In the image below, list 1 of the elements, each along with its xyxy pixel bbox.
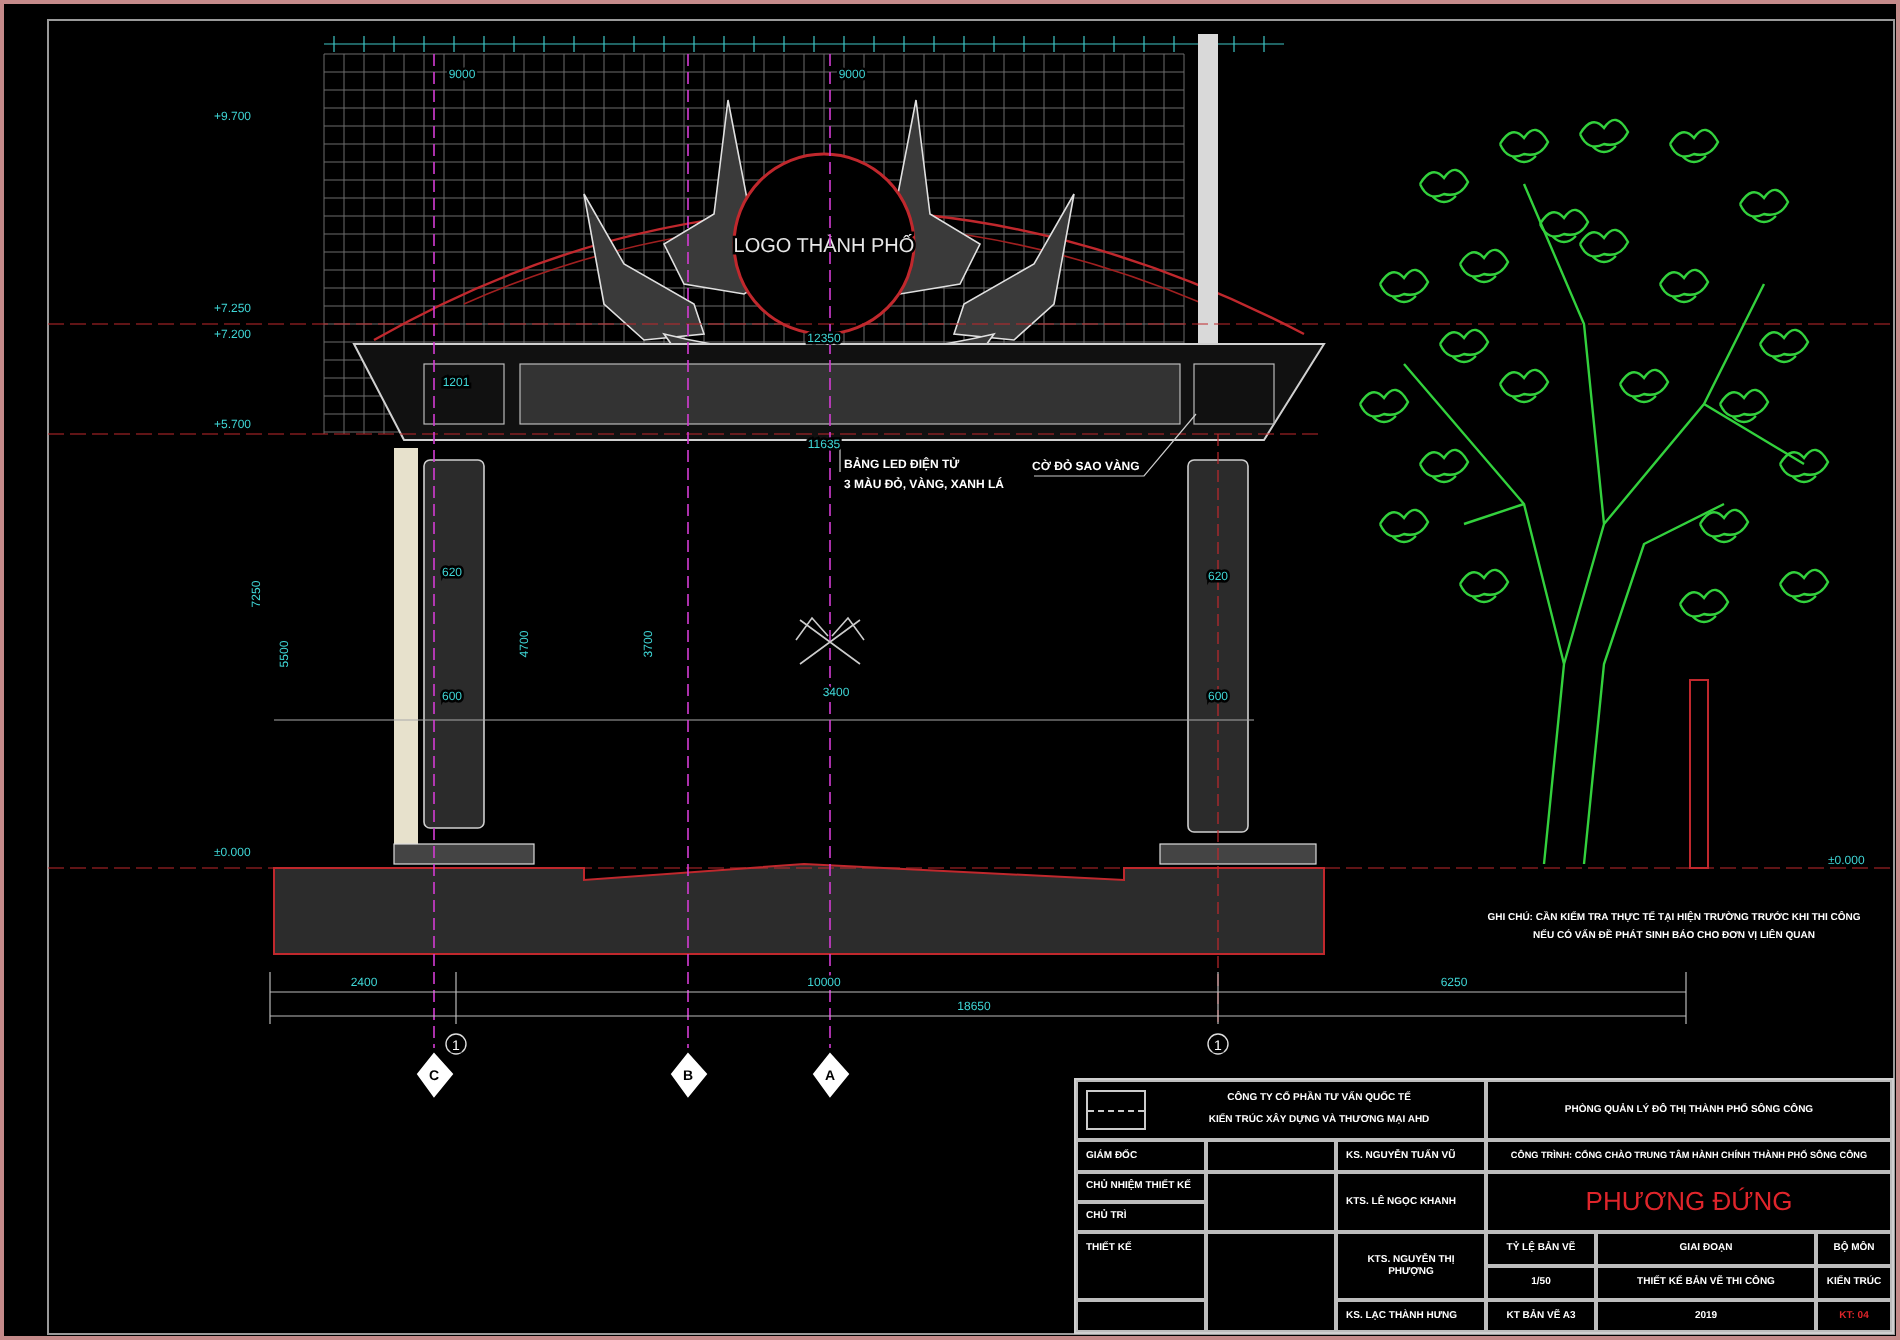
sheet-title: PHƯƠNG ĐỨNG bbox=[1486, 1172, 1892, 1232]
